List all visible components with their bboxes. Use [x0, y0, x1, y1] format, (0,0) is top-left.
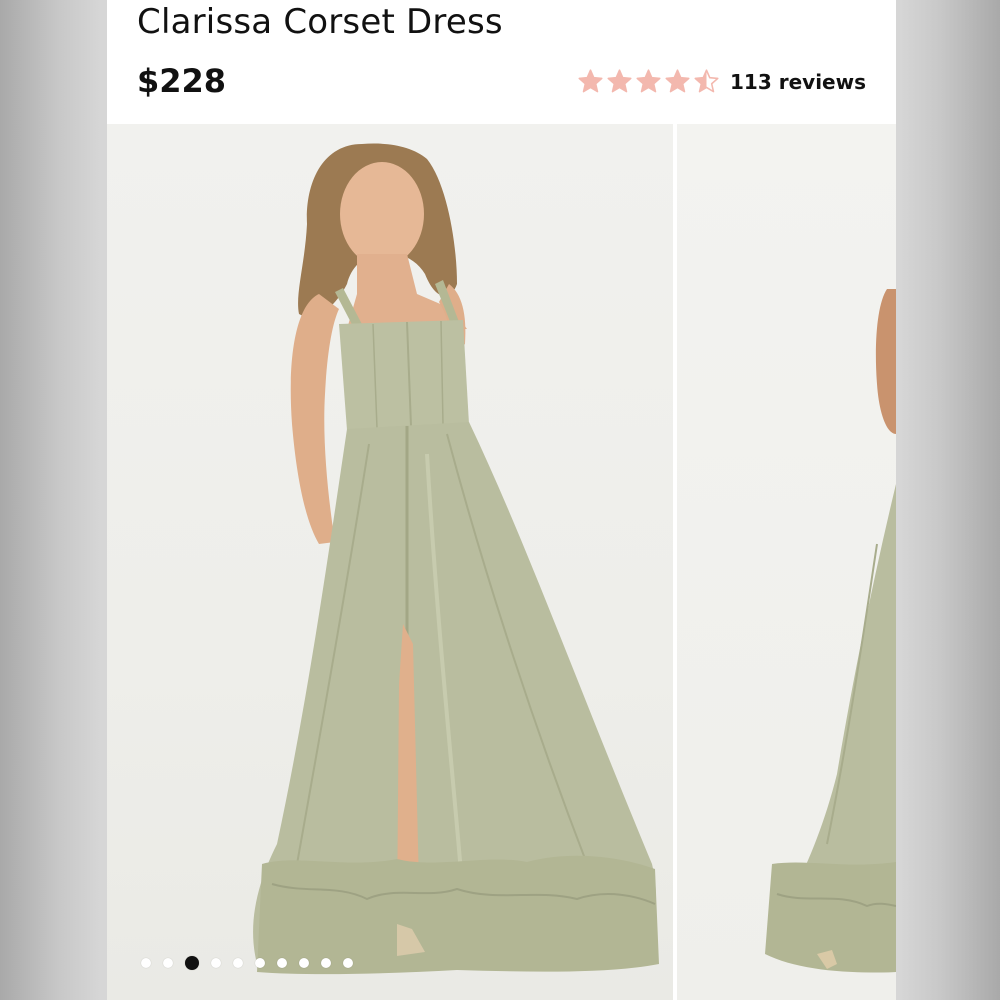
pagination-dot[interactable] — [343, 958, 353, 968]
pagination-dot[interactable] — [141, 958, 151, 968]
product-title: Clarissa Corset Dress — [137, 2, 503, 42]
star-half-icon — [694, 69, 719, 93]
rating-summary[interactable]: 113 reviews — [577, 68, 866, 95]
dress-side-photo-partial — [765, 289, 896, 973]
star-rating — [577, 68, 720, 95]
pagination-dot[interactable] — [277, 958, 287, 968]
carousel-slide-active[interactable] — [107, 124, 673, 1000]
pagination-dot[interactable] — [299, 958, 309, 968]
star-full-icon — [636, 69, 661, 93]
carousel-slide-next[interactable] — [677, 124, 896, 1000]
product-page: Clarissa Corset Dress $228 113 reviews — [107, 0, 896, 1000]
pagination-dot-active[interactable] — [185, 956, 199, 970]
carousel-pagination[interactable] — [141, 956, 353, 970]
pagination-dot[interactable] — [321, 958, 331, 968]
pagination-dot[interactable] — [233, 958, 243, 968]
pagination-dot[interactable] — [163, 958, 173, 968]
pagination-dot[interactable] — [255, 958, 265, 968]
star-full-icon — [607, 69, 632, 93]
dress-front-photo — [253, 143, 659, 975]
star-full-icon — [578, 69, 603, 93]
image-carousel[interactable] — [107, 124, 896, 1000]
pagination-dot[interactable] — [211, 958, 221, 968]
reviews-link[interactable]: 113 reviews — [730, 70, 866, 94]
product-price: $228 — [137, 62, 227, 100]
star-full-icon — [665, 69, 690, 93]
